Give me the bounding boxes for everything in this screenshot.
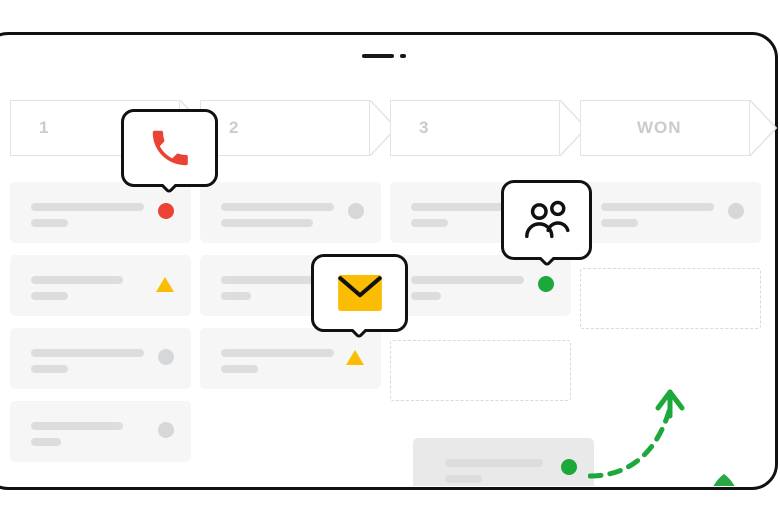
grey-dot-icon [158, 422, 174, 438]
status-badge [346, 350, 364, 365]
card-title-line [31, 422, 123, 430]
column-1 [10, 182, 191, 474]
red-dot-icon [158, 203, 174, 219]
stage-won-label: WON [637, 118, 682, 137]
status-badge [158, 203, 174, 219]
card-subtitle-line [31, 219, 68, 227]
stage-2[interactable]: 2 [200, 99, 398, 156]
stage-3[interactable]: 3 [390, 99, 588, 156]
green-dot-icon [538, 276, 554, 292]
stage-3-label: 3 [419, 118, 430, 137]
card-subtitle-line [411, 292, 441, 300]
deal-card[interactable] [10, 328, 191, 389]
card-subtitle-line [221, 219, 313, 227]
pipeline-board: 1 2 3 WON [0, 86, 780, 486]
card-subtitle-line [31, 292, 68, 300]
card-title-line [221, 203, 334, 211]
stage-1-label: 1 [39, 118, 50, 137]
grey-dot-icon [348, 203, 364, 219]
card-subtitle-line [221, 292, 251, 300]
email-tooltip[interactable] [311, 254, 408, 332]
phone-icon [152, 130, 188, 166]
status-badge [156, 277, 174, 292]
contacts-tooltip[interactable] [501, 180, 592, 260]
card-subtitle-line [411, 219, 448, 227]
call-tooltip-tail [156, 184, 182, 200]
email-tooltip-tail [346, 329, 372, 345]
dragged-deal-card[interactable] [413, 438, 594, 486]
card-subtitle-line [31, 438, 61, 446]
column-4 [580, 182, 761, 255]
green-dot-icon [561, 459, 577, 475]
card-title-line [221, 349, 334, 357]
status-badge [728, 203, 744, 219]
deal-card[interactable] [10, 401, 191, 462]
dropzone-stage-3[interactable] [390, 340, 571, 401]
stage-won[interactable]: WON [580, 99, 778, 156]
card-title-line [445, 459, 543, 467]
card-title-line [411, 276, 524, 284]
status-badge [561, 459, 577, 475]
deal-card[interactable] [10, 255, 191, 316]
status-badge [158, 349, 174, 365]
card-title-line [31, 349, 144, 357]
card-subtitle-line [221, 365, 258, 373]
speaker-slit-icon [362, 54, 394, 58]
growth-arrow-icon [588, 389, 685, 479]
contacts-tooltip-tail [534, 257, 560, 273]
card-title-line [31, 276, 123, 284]
card-subtitle-line [601, 219, 638, 227]
illustration-stage: 1 2 3 WON [0, 0, 780, 520]
yellow-triangle-icon [346, 350, 364, 365]
card-title-line [601, 203, 714, 211]
email-icon [337, 274, 382, 312]
card-title-line [31, 203, 144, 211]
stage-won-chevron-icon [749, 99, 778, 156]
plant-sprout-icon [713, 474, 735, 486]
card-subtitle-line [31, 365, 68, 373]
yellow-triangle-icon [156, 277, 174, 292]
stage-2-label: 2 [229, 118, 240, 137]
grey-dot-icon [728, 203, 744, 219]
card-subtitle-line [445, 475, 482, 483]
call-tooltip[interactable] [121, 109, 218, 187]
grey-dot-icon [158, 349, 174, 365]
deal-card[interactable] [200, 182, 381, 243]
camera-dot-icon [400, 54, 406, 58]
people-icon [524, 200, 569, 239]
deal-card[interactable] [580, 182, 761, 243]
dropzone-won[interactable] [580, 268, 761, 329]
status-badge [158, 422, 174, 438]
status-badge [348, 203, 364, 219]
status-badge [538, 276, 554, 292]
